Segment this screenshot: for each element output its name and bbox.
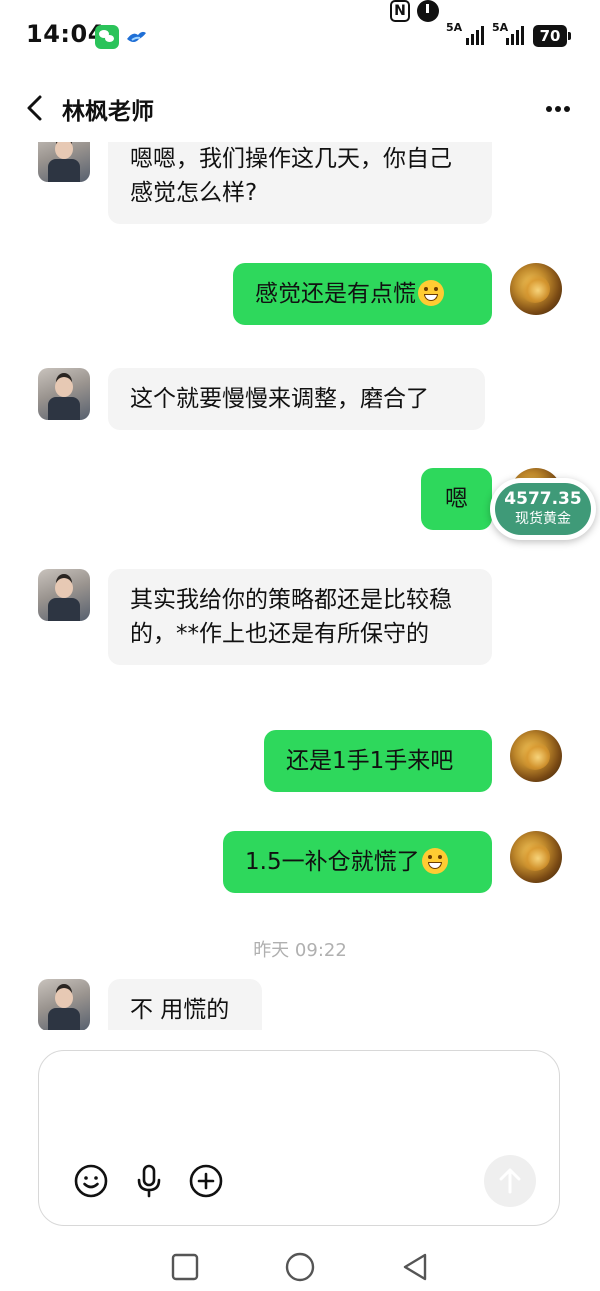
message-text: 还是1手1手来吧	[286, 748, 454, 774]
signal-icon: 5A	[492, 22, 534, 48]
message-bubble-incoming[interactable]: 嗯嗯，我们操作这几天，你自己感觉怎么样?	[108, 142, 492, 224]
more-dots-icon	[546, 106, 552, 112]
smiley-icon	[74, 1164, 108, 1198]
system-navigation-bar	[0, 1234, 600, 1291]
battery-icon: 70	[533, 25, 571, 47]
microphone-icon	[137, 1164, 161, 1198]
message-bubble-incoming[interactable]: 不 用慌的	[108, 979, 262, 1030]
avatar[interactable]	[510, 263, 562, 315]
gold-price: 4577.35	[504, 489, 582, 509]
arrow-up-icon	[499, 1168, 521, 1194]
gold-label: 现货黄金	[515, 511, 571, 527]
grin-emoji-icon	[418, 280, 444, 306]
chevron-left-icon	[27, 95, 42, 121]
send-button[interactable]	[484, 1155, 536, 1207]
signal-label: 5A	[446, 21, 463, 34]
status-time: 14:04	[26, 20, 105, 48]
bird-notification-icon	[124, 25, 148, 49]
back-button[interactable]	[20, 92, 52, 124]
message-text: 感觉还是有点慌	[255, 281, 416, 307]
composer	[38, 1050, 560, 1226]
recent-apps-button[interactable]	[170, 1252, 200, 1282]
chat-header: 林枫老师	[0, 72, 600, 142]
avatar[interactable]	[510, 730, 562, 782]
square-icon	[171, 1253, 199, 1281]
message-timestamp: 昨天 09:22	[253, 940, 347, 961]
plus-circle-icon	[189, 1164, 223, 1198]
message-bubble-incoming[interactable]: 其实我给你的策略都还是比较稳的，**作上也还是有所保守的	[108, 569, 492, 665]
avatar[interactable]	[38, 142, 90, 182]
message-bubble-outgoing[interactable]: 感觉还是有点慌	[233, 263, 492, 325]
more-button[interactable]	[540, 100, 576, 116]
grin-emoji-icon	[421, 848, 448, 874]
nfc-icon: N	[390, 0, 410, 22]
signal-icon: 5A	[446, 22, 488, 48]
message-text: 其实我给你的策略都还是比较稳的，**作上也还是有所保守的	[130, 587, 452, 647]
gold-price-pill: 4577.35 现货黄金	[495, 483, 591, 535]
message-list[interactable]: 嗯嗯，我们操作这几天，你自己感觉怎么样? 感觉还是有点慌 这个就要慢慢来调整，磨…	[0, 142, 600, 1030]
message-text: 不 用慌的	[130, 997, 230, 1023]
message-text: 这个就要慢慢来调整，磨合了	[130, 386, 429, 412]
message-input[interactable]	[59, 1067, 543, 1149]
message-text: 1.5一补仓就慌了	[245, 849, 420, 875]
emoji-button[interactable]	[73, 1163, 109, 1199]
message-text: 嗯	[445, 486, 468, 512]
message-text: 嗯嗯，我们操作这几天，你自己感觉怎么样?	[130, 146, 452, 206]
signal-label: 5A	[492, 21, 509, 34]
home-button[interactable]	[284, 1251, 316, 1283]
message-bubble-outgoing[interactable]: 嗯	[421, 468, 492, 530]
message-bubble-outgoing[interactable]: 1.5一补仓就慌了	[223, 831, 492, 893]
message-bubble-incoming[interactable]: 这个就要慢慢来调整，磨合了	[108, 368, 485, 430]
status-bar: 14:04 N 5A 5A 70	[0, 0, 600, 72]
chat-title: 林枫老师	[62, 99, 154, 125]
add-button[interactable]	[188, 1163, 224, 1199]
avatar[interactable]	[38, 979, 90, 1030]
avatar[interactable]	[38, 368, 90, 420]
gold-price-widget[interactable]: 4577.35 现货黄金	[490, 478, 596, 540]
wechat-notification-icon	[95, 25, 119, 49]
avatar[interactable]	[38, 569, 90, 621]
voice-button[interactable]	[131, 1163, 167, 1199]
alarm-icon	[417, 0, 439, 22]
message-bubble-outgoing[interactable]: 还是1手1手来吧	[264, 730, 492, 792]
back-nav-button[interactable]	[400, 1251, 430, 1283]
circle-icon	[285, 1252, 315, 1282]
triangle-back-icon	[403, 1253, 427, 1281]
avatar[interactable]	[510, 831, 562, 883]
